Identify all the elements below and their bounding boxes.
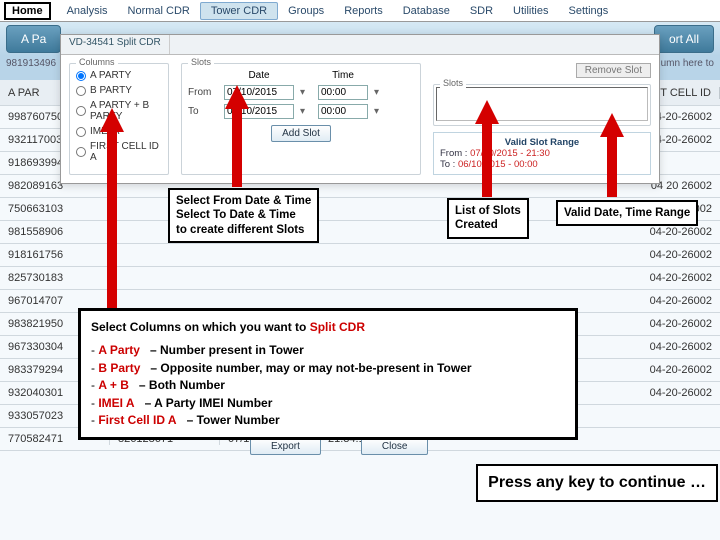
slots-group: Slots Date Time From ▾ ▾ To ▾ ▾ xyxy=(181,63,421,175)
explanation-item: - First Cell ID A – Tower Number xyxy=(91,412,565,429)
arrow-stem xyxy=(607,135,617,197)
menu-item-tower-cdr[interactable]: Tower CDR xyxy=(200,2,278,20)
spinner-icon[interactable]: ▾ xyxy=(374,87,386,98)
arrow-stem xyxy=(232,107,242,187)
press-key-prompt: Press any key to continue … xyxy=(476,464,718,502)
arrow-icon xyxy=(475,100,499,124)
callout-line: Created xyxy=(455,218,521,232)
to-label: To xyxy=(188,106,218,117)
callout-valid-range: Valid Date, Time Range xyxy=(556,200,698,226)
close-button[interactable]: Close xyxy=(361,438,429,455)
explanation-item: - A Party – Number present in Tower xyxy=(91,342,565,359)
radio-first-cell[interactable]: FIRST CELL ID A xyxy=(76,141,162,163)
explanation-item: - IMEI A – A Party IMEI Number xyxy=(91,395,565,412)
callout-list: List of Slots Created xyxy=(447,198,529,239)
time-header: Time xyxy=(318,70,368,81)
callout-line: List of Slots xyxy=(455,204,521,218)
callout-datetime: Select From Date & Time Select To Date &… xyxy=(168,188,319,243)
arrow-stem xyxy=(107,130,117,320)
explanation-item: - B Party – Opposite number, may or may … xyxy=(91,360,565,377)
valid-to-label: To : xyxy=(440,159,455,170)
dialog-buttons: Export Close xyxy=(250,438,428,455)
spinner-icon[interactable]: ▾ xyxy=(300,87,312,98)
callout-line: Select To Date & Time xyxy=(176,208,311,222)
callout-line: to create different Slots xyxy=(176,223,311,237)
arrow-icon xyxy=(225,85,249,109)
arrow-stem xyxy=(482,122,492,197)
menu-item-sdr[interactable]: SDR xyxy=(460,3,503,19)
radio-b-party[interactable]: B PARTY xyxy=(76,85,162,96)
valid-to-value: 06/10/2015 - 00:00 xyxy=(458,159,538,170)
remove-slot-button[interactable]: Remove Slot xyxy=(576,63,651,78)
from-label: From xyxy=(188,87,218,98)
from-time-input[interactable] xyxy=(318,85,368,100)
dialog-tabs: VD-34541 Split CDR xyxy=(61,35,659,55)
menu-home[interactable]: Home xyxy=(4,2,51,20)
menu-item-analysis[interactable]: Analysis xyxy=(57,3,118,19)
menu-item-reports[interactable]: Reports xyxy=(334,3,393,19)
menu-bar: Home Analysis Normal CDR Tower CDR Group… xyxy=(0,0,720,22)
subhead-left: 981913496 xyxy=(6,58,56,76)
dialog-tab-title[interactable]: VD-34541 Split CDR xyxy=(61,35,170,54)
ribbon-button-export-all[interactable]: ort All xyxy=(654,25,714,53)
columns-legend: Columns xyxy=(76,57,118,67)
date-header: Date xyxy=(224,70,294,81)
subhead-right: umn here to xyxy=(661,58,714,76)
valid-from-label: From : xyxy=(440,148,467,159)
menu-item-groups[interactable]: Groups xyxy=(278,3,334,19)
menu-item-database[interactable]: Database xyxy=(393,3,460,19)
arrow-icon xyxy=(600,113,624,137)
menu-item-utilities[interactable]: Utilities xyxy=(503,3,558,19)
menu-item-settings[interactable]: Settings xyxy=(559,3,619,19)
split-cdr-dialog: VD-34541 Split CDR Columns A PARTY B PAR… xyxy=(60,34,660,184)
slots-list-legend: Slots xyxy=(440,78,466,88)
callout-line: Select From Date & Time xyxy=(176,194,311,208)
valid-range-box: Valid Slot Range From : 07/10/2015 - 21:… xyxy=(433,132,651,175)
explanation-box: Select Columns on which you want to Spli… xyxy=(78,308,578,440)
export-button[interactable]: Export xyxy=(250,438,321,455)
explanation-title: Select Columns on which you want to Spli… xyxy=(91,319,565,336)
radio-a-party[interactable]: A PARTY xyxy=(76,70,162,81)
slots-legend: Slots xyxy=(188,57,214,67)
explanation-item: - A + B – Both Number xyxy=(91,377,565,394)
callout-line: Valid Date, Time Range xyxy=(564,207,690,219)
to-time-input[interactable] xyxy=(318,104,368,119)
add-slot-button[interactable]: Add Slot xyxy=(271,125,331,142)
spinner-icon[interactable]: ▾ xyxy=(374,106,386,117)
menu-item-normal-cdr[interactable]: Normal CDR xyxy=(118,3,200,19)
ribbon-button-left[interactable]: A Pa xyxy=(6,25,61,53)
arrow-icon xyxy=(100,108,124,132)
spinner-icon[interactable]: ▾ xyxy=(300,106,312,117)
